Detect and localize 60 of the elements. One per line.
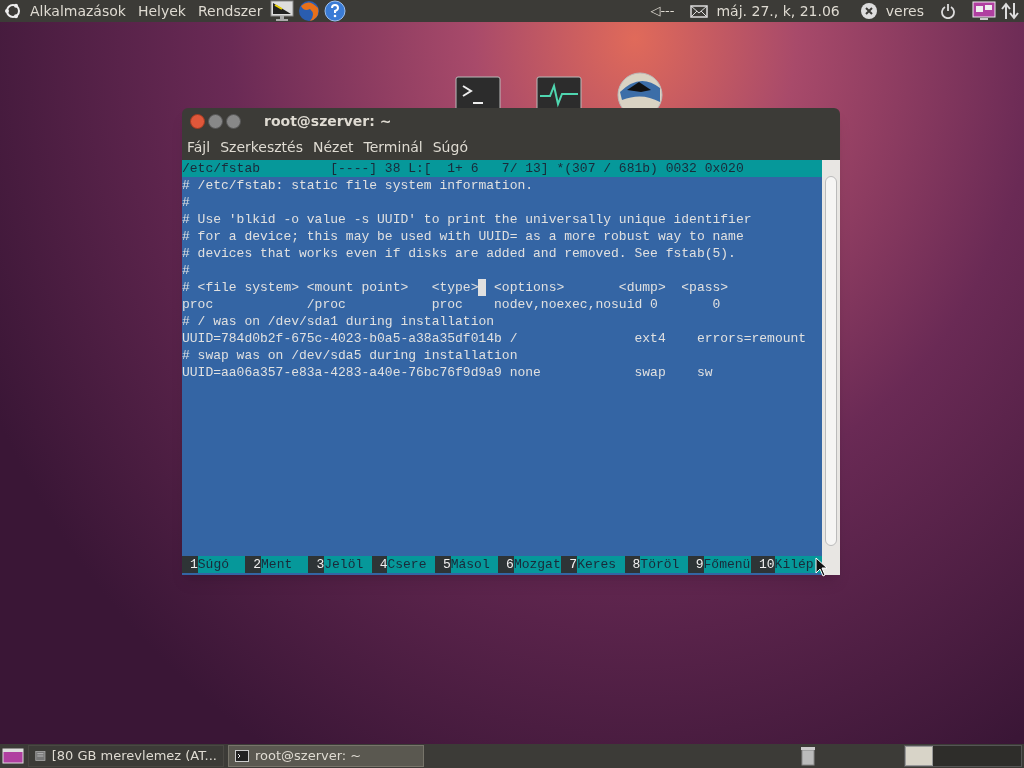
function-key-number: 6 [498,556,514,573]
panel-menu[interactable]: Helyek [133,0,190,22]
menu-item[interactable]: Nézet [313,136,354,158]
close-button[interactable] [190,113,205,129]
volume-indicator[interactable]: ◁--- [650,1,675,21]
maximize-button[interactable] [226,113,241,129]
code-line: # /etc/fstab: static file system information. [182,177,535,194]
code-line: # <file system> <mount point> <type> [182,279,479,296]
function-key-label[interactable]: Másol [450,556,499,573]
code-line: # swap was on /dev/sda5 during installation [182,347,519,364]
clock[interactable]: máj. 27., k, 21.06 [716,0,840,22]
function-key-label[interactable]: Töröl [640,556,688,573]
menu-item[interactable]: Szerkesztés [220,136,303,158]
ubuntu-logo-icon[interactable] [4,2,22,20]
code-line: # devices that works even if disks are added and removed. See fstab(5). [182,245,737,262]
code-line: # Use 'blkid -o value -s UUID' to print the universally unique identifier [182,211,753,228]
function-key-label[interactable]: Keres [577,556,625,573]
help-icon[interactable] [324,0,347,22]
code-line: # [182,262,191,279]
mail-icon[interactable] [690,4,709,18]
browser-globe-icon[interactable] [298,0,321,22]
function-key-label[interactable]: Főmenü [703,556,751,573]
user-name[interactable]: veres [885,0,924,22]
code-line: proc /proc proc nodev,noexec,nosuid 0 0 [182,296,722,313]
workspace-switcher[interactable] [904,745,1022,767]
disk-drive-icon [35,749,46,763]
workspace-switcher-icon[interactable] [972,1,996,21]
code-line: # [182,194,191,211]
code-line: UUID=aa06a357-e83a-4283-a40e-76bc76f9d9a9 none swap sw [182,364,714,381]
show-desktop-icon[interactable] [2,747,24,765]
code-line: <options> <dump> <pass> [493,279,729,296]
network-arrows-icon[interactable] [1000,2,1020,20]
code-line: # for a device; this may be used with UUID= as a more robust way to name [182,228,745,245]
panel-menu[interactable]: Alkalmazások [26,0,130,22]
taskbar-button[interactable]: [80 GB merevlemez (AT... [28,745,224,767]
trash-icon[interactable] [800,746,816,766]
user-status-icon[interactable] [859,2,878,20]
code-line: UUID=784d0b2f-675c-4023-b0a5-a38a35df014b / ext4 errors=remount [182,330,808,347]
panel-menu[interactable]: Rendszer [193,0,267,22]
function-key-label[interactable]: Csere [387,556,435,573]
function-key-number: 7 [561,556,578,573]
function-key-label[interactable]: Jelöl [324,556,372,573]
scrollbar[interactable] [822,160,840,575]
function-key-number: 1 [182,556,198,573]
window-title: root@szerver: ~ [264,111,392,131]
function-key-label[interactable]: Mozgat [513,556,562,573]
menu-item[interactable]: Fájl [187,136,211,158]
terminal-icon [235,750,249,762]
minimize-button[interactable] [208,113,223,129]
monitor-icon[interactable] [270,0,295,22]
menu-item[interactable]: Súgó [432,136,468,158]
function-key-number: 3 [308,556,325,573]
taskbar-button[interactable]: root@szerver: ~ [228,745,424,767]
mouse-pointer-icon [815,557,828,577]
function-key-label[interactable]: Ment [261,556,309,573]
code-line: # / was on /dev/sda1 during installation [182,313,496,330]
power-icon[interactable] [940,3,956,19]
menu-item[interactable]: Terminál [363,136,423,158]
function-key-number: 2 [245,556,262,573]
function-key-number: 10 [750,556,775,573]
